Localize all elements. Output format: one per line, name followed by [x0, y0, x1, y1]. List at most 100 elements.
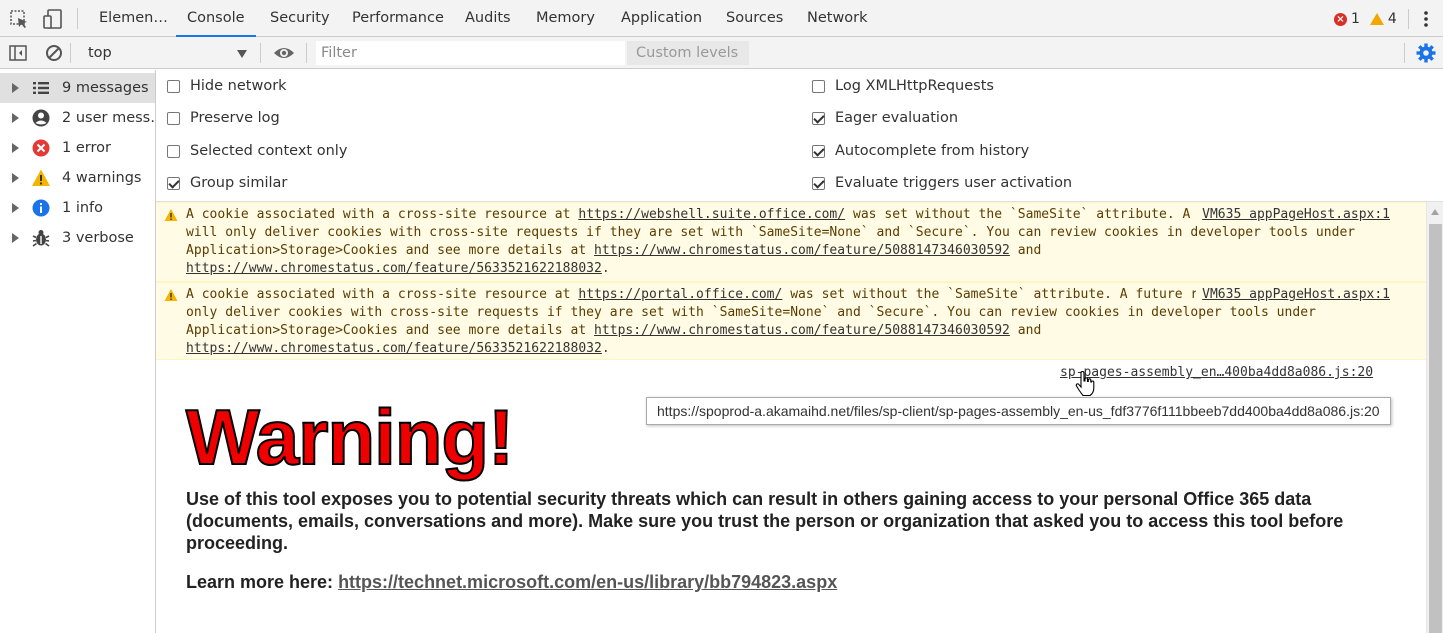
- sidebar-item-errors[interactable]: 1 error: [0, 133, 155, 163]
- option-label: Autocomplete from history: [835, 143, 1030, 159]
- context-value: top: [88, 45, 112, 61]
- eager-evaluation-option[interactable]: Eager evaluation: [812, 107, 958, 129]
- source-url-tooltip: https://spoprod-a.akamaihd.net/files/sp-…: [646, 397, 1391, 425]
- tab-security[interactable]: Security: [270, 0, 330, 37]
- tab-audits[interactable]: Audits: [465, 0, 511, 37]
- chevron-down-icon: [237, 50, 247, 58]
- sidebar-item-label: 4 warnings: [62, 170, 142, 186]
- message-link[interactable]: https://www.chromestatus.com/feature/563…: [186, 341, 602, 356]
- message-link[interactable]: https://www.chromestatus.com/feature/563…: [186, 261, 602, 276]
- warning-icon: [32, 169, 50, 186]
- error-count-icon: ×: [1334, 12, 1347, 26]
- option-label: Group similar: [190, 175, 288, 191]
- message-link[interactable]: https://www.chromestatus.com/feature/508…: [594, 243, 1010, 258]
- filter-input[interactable]: Filter: [316, 41, 625, 65]
- bug-icon: [32, 230, 50, 247]
- sidebar-item-label: 1 info: [62, 200, 104, 216]
- tab-bar-divider: [77, 8, 78, 29]
- tab-performance[interactable]: Performance: [352, 0, 444, 37]
- hand-cursor-icon: [1075, 371, 1095, 397]
- preserve-log-checkbox[interactable]: [167, 111, 180, 125]
- scroll-up-icon[interactable]: [1431, 209, 1439, 215]
- expand-arrow-icon: [12, 83, 19, 93]
- option-label: Evaluate triggers user activation: [835, 175, 1073, 191]
- messages-scrollbar[interactable]: [1426, 202, 1443, 633]
- warning-body-text: Use of this tool exposes you to potentia…: [186, 489, 1344, 553]
- evaluate-triggers-checkbox[interactable]: [812, 176, 825, 190]
- info-icon: [32, 199, 50, 217]
- warning-icon: [164, 209, 178, 221]
- expand-arrow-icon: [12, 143, 19, 153]
- console-sidebar: 9 messages 2 user mess… 1 error 4 warnin…: [0, 70, 156, 633]
- autocomplete-history-option[interactable]: Autocomplete from history: [812, 140, 1029, 162]
- console-settings-gear-icon[interactable]: [1415, 42, 1437, 64]
- inspect-element-icon[interactable]: [8, 8, 30, 30]
- learn-more-line: Learn more here: https://technet.microso…: [186, 572, 837, 593]
- sidebar-item-warnings[interactable]: 4 warnings: [0, 163, 155, 193]
- toolbar-divider: [70, 43, 71, 63]
- preserve-log-option[interactable]: Preserve log: [167, 107, 280, 129]
- group-similar-checkbox[interactable]: [167, 176, 180, 190]
- selected-context-option[interactable]: Selected context only: [167, 140, 347, 162]
- clear-console-icon[interactable]: [44, 43, 64, 63]
- warning-heading: Warning!: [185, 392, 515, 482]
- devtools-tab-bar: Elemen… Console Security Performance Aud…: [0, 0, 1443, 37]
- warning-icon: [164, 289, 178, 301]
- option-label: Log XMLHttpRequests: [835, 78, 994, 94]
- error-count: 1: [1351, 11, 1360, 27]
- group-similar-option[interactable]: Group similar: [167, 172, 287, 194]
- expand-arrow-icon: [12, 113, 19, 123]
- tab-application[interactable]: Application: [621, 0, 702, 37]
- sidebar-item-label: 9 messages: [62, 80, 149, 96]
- show-sidebar-icon[interactable]: [8, 43, 28, 63]
- console-settings-pane: Hide network Preserve log Selected conte…: [156, 70, 1443, 202]
- eager-evaluation-checkbox[interactable]: [812, 111, 825, 125]
- option-label: Eager evaluation: [835, 110, 959, 126]
- tab-memory[interactable]: Memory: [536, 0, 595, 37]
- eye-icon[interactable]: [272, 43, 296, 63]
- learn-more-label: Learn more here:: [186, 572, 339, 592]
- tab-network[interactable]: Network: [807, 0, 868, 37]
- tab-sources[interactable]: Sources: [726, 0, 783, 37]
- message-link[interactable]: https://portal.office.com/: [578, 287, 782, 302]
- list-icon: [33, 82, 49, 94]
- more-options-icon[interactable]: [1418, 8, 1434, 30]
- log-xhr-option[interactable]: Log XMLHttpRequests: [812, 75, 994, 97]
- error-icon: [32, 139, 50, 157]
- sidebar-item-verbose[interactable]: 3 verbose: [0, 223, 155, 253]
- console-toolbar: top Filter Custom levels ▾: [0, 37, 1443, 85]
- scrollbar-thumb[interactable]: [1429, 224, 1442, 633]
- sidebar-item-info[interactable]: 1 info: [0, 193, 155, 223]
- message-source-link[interactable]: VM635 appPageHost.aspx:1: [1196, 206, 1390, 224]
- device-toolbar-icon[interactable]: [42, 8, 64, 30]
- message-link[interactable]: https://webshell.suite.office.com/: [578, 207, 845, 222]
- warning-count: 4: [1387, 11, 1397, 27]
- warning-count-icon: [1369, 13, 1384, 25]
- learn-more-link[interactable]: https://technet.microsoft.com/en-us/libr…: [338, 572, 837, 592]
- sidebar-item-label: 3 verbose: [62, 230, 134, 246]
- message-source-link[interactable]: VM635 appPageHost.aspx:1: [1196, 286, 1390, 304]
- counts-divider: [1408, 9, 1409, 29]
- autocomplete-history-checkbox[interactable]: [812, 144, 825, 158]
- option-label: Preserve log: [190, 110, 280, 126]
- tab-console[interactable]: Console: [176, 0, 256, 37]
- hide-network-option[interactable]: Hide network: [167, 75, 287, 97]
- sidebar-item-messages[interactable]: 9 messages: [0, 73, 155, 103]
- log-levels-dropdown[interactable]: Custom levels ▾: [627, 41, 749, 85]
- toolbar-divider: [260, 43, 261, 63]
- evaluate-triggers-option[interactable]: Evaluate triggers user activation: [812, 172, 1072, 194]
- message-link[interactable]: https://www.chromestatus.com/feature/508…: [594, 323, 1010, 338]
- hide-network-checkbox[interactable]: [167, 79, 180, 93]
- sidebar-item-label: 2 user mess…: [62, 110, 155, 126]
- context-selector[interactable]: top: [77, 42, 253, 64]
- selected-context-checkbox[interactable]: [167, 144, 180, 158]
- log-source-link[interactable]: sp-pages-assembly_en…400ba4dd8a086.js:20: [1060, 365, 1373, 380]
- log-xhr-checkbox[interactable]: [812, 79, 825, 93]
- sidebar-item-user-messages[interactable]: 2 user mess…: [0, 103, 155, 133]
- issue-counts[interactable]: × 1 4: [1334, 10, 1397, 28]
- tab-elements[interactable]: Elemen…: [99, 0, 168, 37]
- user-icon: [32, 109, 50, 127]
- toolbar-divider: [306, 43, 307, 63]
- option-label: Hide network: [190, 78, 287, 94]
- option-label: Selected context only: [190, 143, 348, 159]
